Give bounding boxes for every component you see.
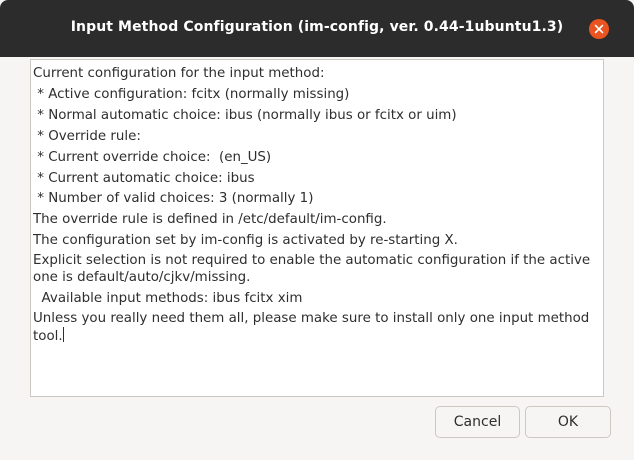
message-text-area[interactable]: Current configuration for the input meth… [30,59,604,397]
message-line: * Current override choice: (en_US) [33,149,272,165]
message-line: Available input methods: ibus fcitx xim [33,291,303,307]
message-line: The override rule is defined in /etc/def… [33,212,387,228]
message-line: Explicit selection is not required to en… [33,253,595,286]
cancel-button[interactable]: Cancel [435,406,520,438]
text-caret [62,327,64,343]
title-bar: Input Method Configuration (im-config, v… [0,0,634,57]
window-title: Input Method Configuration (im-config, v… [70,19,564,35]
message-line: * Number of valid choices: 3 (normally 1… [33,191,314,207]
message-line: * Override rule: [33,128,141,144]
message-line: * Current automatic choice: ibus [33,170,255,186]
message-line-text: Unless you really need them all, please … [33,311,594,345]
close-button[interactable] [589,19,609,39]
close-icon [594,24,604,34]
ok-button[interactable]: OK [525,406,611,438]
message-line: * Active configuration: fcitx (normally … [33,86,350,102]
message-line: Current configuration for the input meth… [33,66,325,81]
message-line-last: Unless you really need them all, please … [33,310,601,345]
message-line: * Normal automatic choice: ibus (normall… [33,107,457,123]
message-line: The configuration set by im-config is ac… [33,233,458,249]
